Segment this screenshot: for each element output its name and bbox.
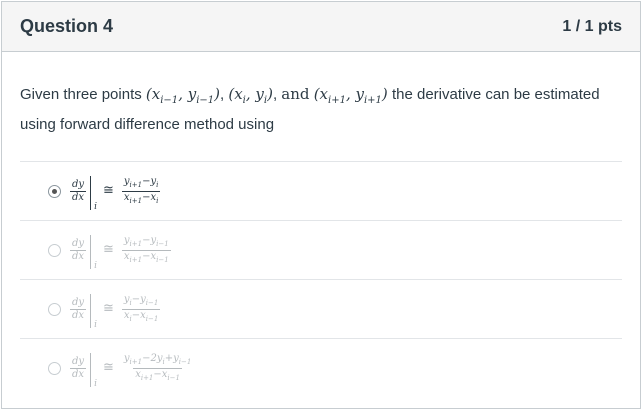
difference-fraction: yi+1−2yi+yi−1 xi+1−xi−1 xyxy=(123,352,192,382)
question-text: Given three points (xi−1, yi−1), (xi, yi… xyxy=(20,85,600,133)
question-title: Question 4 xyxy=(20,16,114,36)
answer-option-1[interactable]: dy dx i ≅ yi+1−yi xi+1−xi xyxy=(20,162,622,221)
eval-bar xyxy=(90,294,92,328)
eval-bar xyxy=(90,176,92,210)
question-card: Question 4 1 / 1 pts Given three points … xyxy=(1,1,641,409)
eval-bar xyxy=(90,353,92,387)
difference-fraction: yi−yi−1 xi−xi−1 xyxy=(121,293,161,323)
point-3: (xi+1, yi+1) xyxy=(313,85,388,106)
and-word: and xyxy=(281,85,310,103)
answer-radio-3[interactable] xyxy=(48,302,61,316)
answer-formula-2: dy dx i ≅ yi+1−yi−1 xi+1−xi−1 xyxy=(70,234,171,271)
answer-formula-4: dy dx i ≅ yi+1−2yi+yi−1 xi+1−xi−1 xyxy=(70,352,192,389)
point-2: (xi, yi) xyxy=(228,85,273,106)
answer-option-4[interactable]: dy dx i ≅ yi+1−2yi+yi−1 xi+1−xi−1 xyxy=(20,339,622,397)
answer-radio-2[interactable] xyxy=(48,243,61,257)
answer-formula-1: dy dx i ≅ yi+1−yi xi+1−xi xyxy=(70,175,161,212)
derivative-fraction: dy dx xyxy=(70,178,87,203)
answer-list: dy dx i ≅ yi+1−yi xi+1−xi dy dx i ≅ yi+1… xyxy=(20,161,622,397)
question-points: 1 / 1 pts xyxy=(562,17,622,35)
question-body: Given three points (xi−1, yi−1), (xi, yi… xyxy=(2,52,640,397)
derivative-fraction: dy dx xyxy=(70,296,87,321)
question-text-pre: Given three points xyxy=(20,86,142,103)
answer-radio-1[interactable] xyxy=(48,184,61,198)
difference-fraction: yi+1−yi xi+1−xi xyxy=(121,175,161,205)
answer-option-2[interactable]: dy dx i ≅ yi+1−yi−1 xi+1−xi−1 xyxy=(20,221,622,280)
answer-formula-3: dy dx i ≅ yi−yi−1 xi−xi−1 xyxy=(70,293,161,330)
answer-option-3[interactable]: dy dx i ≅ yi−yi−1 xi−xi−1 xyxy=(20,280,622,339)
difference-fraction: yi+1−yi−1 xi+1−xi−1 xyxy=(121,234,171,264)
answer-radio-4[interactable] xyxy=(48,361,61,375)
point-1: (xi−1, yi−1) xyxy=(145,85,221,106)
question-header: Question 4 1 / 1 pts xyxy=(2,2,640,52)
eval-bar xyxy=(90,235,92,269)
derivative-fraction: dy dx xyxy=(70,237,87,262)
derivative-fraction: dy dx xyxy=(70,355,87,380)
